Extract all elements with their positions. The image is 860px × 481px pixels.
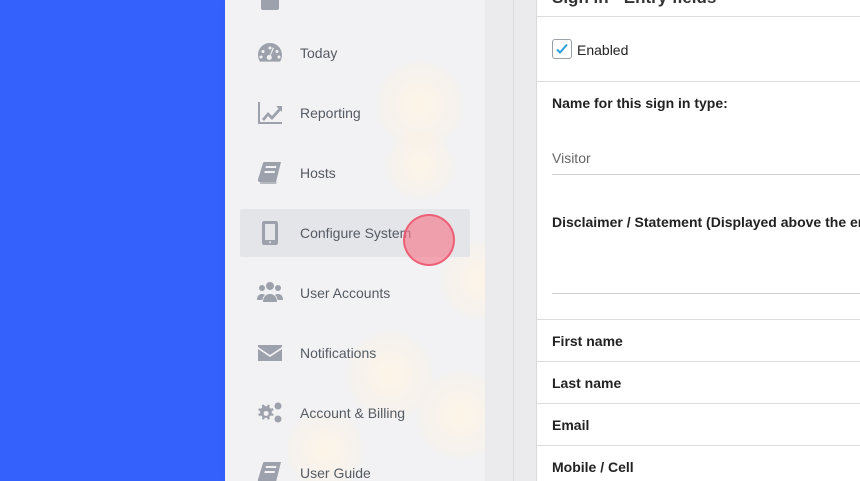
sidebar-item-partial[interactable] — [240, 0, 470, 23]
enabled-label: Enabled — [577, 42, 629, 58]
click-indicator — [403, 214, 455, 266]
sidebar-item-user-guide[interactable]: User Guide — [240, 449, 470, 481]
gears-icon — [255, 400, 285, 426]
sidebar-item-label: Configure System — [300, 225, 412, 241]
name-field-underline — [552, 174, 860, 175]
entry-field-first-name[interactable]: First name — [552, 333, 623, 349]
enabled-checkbox[interactable] — [552, 39, 572, 59]
chart-line-icon — [255, 100, 285, 126]
settings-panel: Sign in - Entry fields Enabled Name for … — [536, 0, 860, 481]
building-icon — [255, 0, 285, 12]
divider — [537, 403, 860, 404]
sidebar-item-account-billing[interactable]: Account & Billing — [240, 389, 470, 437]
sidebar-item-reporting[interactable]: Reporting — [240, 89, 470, 137]
sidebar-item-notifications[interactable]: Notifications — [240, 329, 470, 377]
sidebar-item-hosts[interactable]: Hosts — [240, 149, 470, 197]
entry-field-mobile[interactable]: Mobile / Cell — [552, 459, 634, 475]
envelope-icon — [255, 340, 285, 366]
sidebar-item-label: Account & Billing — [300, 405, 406, 421]
divider — [537, 16, 860, 17]
panel-gutter — [485, 0, 536, 481]
panel-heading: Sign in - Entry fields — [552, 0, 716, 8]
sidebar-item-label: Reporting — [300, 105, 361, 121]
entry-field-last-name[interactable]: Last name — [552, 375, 621, 391]
disclaimer-field-label: Disclaimer / Statement (Displayed above … — [552, 214, 860, 230]
check-icon — [556, 43, 568, 54]
divider — [513, 0, 514, 481]
name-field-label: Name for this sign in type: — [552, 95, 728, 111]
tablet-icon — [255, 220, 285, 246]
sidebar-item-today[interactable]: Today — [240, 29, 470, 77]
sidebar-item-label: User Guide — [300, 465, 371, 481]
divider — [537, 445, 860, 446]
sidebar-item-label: Notifications — [300, 345, 377, 361]
divider — [537, 361, 860, 362]
name-field[interactable]: Visitor — [552, 150, 591, 166]
book-icon — [255, 160, 285, 186]
book-icon — [255, 460, 285, 481]
sidebar-item-user-accounts[interactable]: User Accounts — [240, 269, 470, 317]
sidebar-item-label: Hosts — [300, 165, 336, 181]
disclaimer-field[interactable] — [552, 293, 860, 294]
divider — [537, 81, 860, 82]
users-icon — [255, 280, 285, 306]
entry-field-email[interactable]: Email — [552, 417, 589, 433]
sidebar-item-label: Today — [300, 45, 338, 61]
divider — [537, 319, 860, 320]
sidebar-item-label: User Accounts — [300, 285, 391, 301]
dashboard-icon — [255, 40, 285, 66]
